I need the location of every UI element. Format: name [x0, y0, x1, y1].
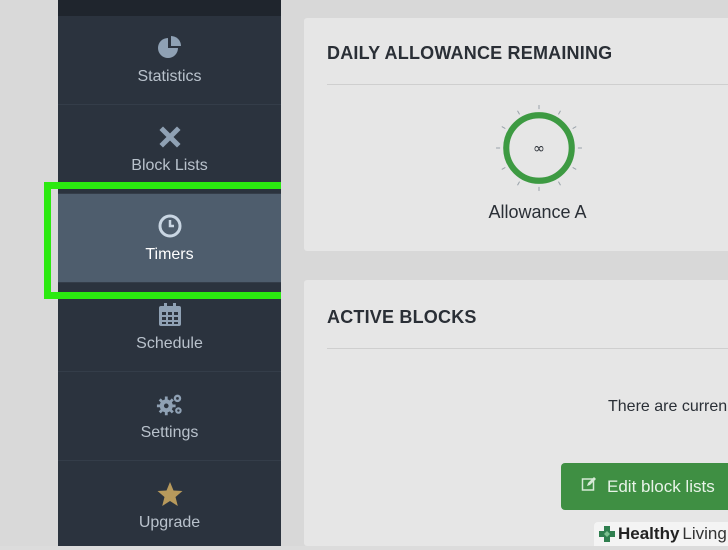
gauge-tick [501, 166, 506, 170]
edit-button-label: Edit block lists [607, 476, 715, 496]
sidebar-item-label: Upgrade [138, 513, 201, 531]
timers-highlight-box [44, 182, 293, 299]
star-icon [156, 480, 184, 508]
sidebar-item-block-lists[interactable]: Block Lists [58, 105, 281, 194]
sidebar-item-label: Schedule [136, 335, 203, 352]
x-icon [156, 123, 184, 151]
gauge-tick [517, 181, 521, 186]
sidebar-item-label: Statistics [137, 68, 202, 85]
gauge-tick [572, 126, 577, 130]
daily-allowance-card: DAILY ALLOWANCE REMAINING ∞ Allowance A [304, 18, 728, 251]
edit-block-lists-button[interactable]: Edit block lists [561, 463, 728, 510]
watermark-living: Living [682, 524, 727, 543]
allowance-gauge: ∞ [496, 105, 582, 191]
pie-chart-icon [156, 34, 184, 62]
sidebar-item-settings[interactable]: Settings [58, 372, 281, 461]
no-active-blocks-message: There are curren [608, 398, 728, 415]
card-divider [327, 84, 728, 85]
calendar-icon [156, 301, 184, 329]
allowance-label: Allowance A [488, 202, 587, 222]
gauge-tick [517, 110, 521, 115]
daily-allowance-title: DAILY ALLOWANCE REMAINING [327, 43, 613, 63]
cross-logo-icon [598, 525, 616, 543]
edit-icon [581, 476, 597, 497]
gauge-tick [572, 166, 577, 170]
watermark-healthy: Healthy [618, 524, 680, 543]
sidebar-item-label: Settings [140, 424, 199, 441]
gauge-tick [557, 110, 561, 115]
card-divider [327, 348, 728, 349]
sidebar-item-upgrade[interactable]: Upgrade [58, 461, 281, 550]
gauge-value: ∞ [533, 141, 545, 157]
gauge-tick [501, 126, 506, 130]
sidebar-item-label: Block Lists [131, 157, 208, 174]
gauge-tick [557, 181, 561, 186]
sidebar-top-bar [58, 0, 281, 16]
gears-icon [156, 390, 184, 418]
sidebar-item-statistics[interactable]: Statistics [58, 16, 281, 105]
healthy-living-watermark: Healthy Living [594, 522, 728, 546]
active-blocks-title: ACTIVE BLOCKS [327, 307, 477, 327]
